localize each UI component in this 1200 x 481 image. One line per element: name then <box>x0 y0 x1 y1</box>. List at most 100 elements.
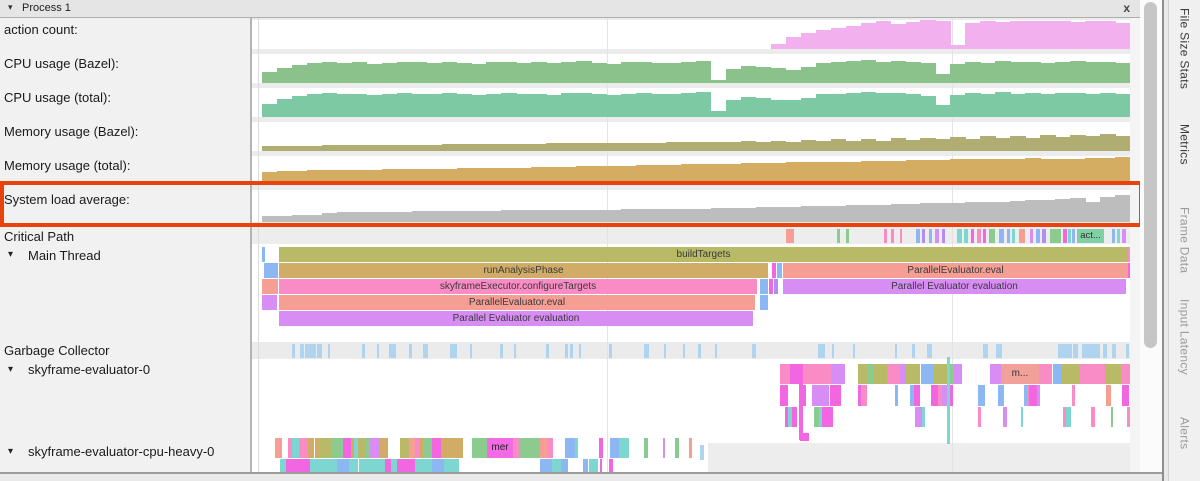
critical-path-tick <box>900 229 902 243</box>
trace-slice[interactable] <box>760 295 768 310</box>
histogram-bar <box>1025 21 1040 49</box>
critical-path-tick <box>1019 229 1025 243</box>
histogram-bar <box>277 68 292 83</box>
main-thread-collapse-icon[interactable]: ▾ <box>8 249 13 260</box>
histogram-bar <box>1040 21 1055 49</box>
histogram-bar <box>801 140 816 151</box>
histogram-bar <box>606 143 621 151</box>
histogram-bar <box>741 66 756 83</box>
evaluator0-slice <box>812 385 821 406</box>
evaluator0-slice <box>1121 364 1131 384</box>
cpu-heavy-slice <box>689 438 692 458</box>
trace-slice[interactable] <box>772 263 776 278</box>
cpu-heavy-slice <box>308 438 315 458</box>
cpu-heavy-slice <box>644 438 648 458</box>
counter-label-3: Memory usage (Bazel): <box>4 124 138 139</box>
evaluator0-slice <box>933 364 942 384</box>
critical-path-tick <box>1112 229 1115 243</box>
gc-tick <box>698 344 701 358</box>
histogram-bar <box>995 61 1010 83</box>
evaluator0-slice <box>887 364 900 384</box>
cpu-heavy-slice <box>432 459 444 473</box>
evaluator0-slice <box>978 407 981 427</box>
gc-tick <box>514 344 516 358</box>
evaluator0-stem <box>799 364 803 440</box>
trace-slice[interactable] <box>264 263 278 278</box>
trace-slice[interactable]: ParallelEvaluator.eval <box>279 295 755 310</box>
histogram-bar <box>920 20 935 49</box>
sidebar-tab-alerts[interactable]: Alerts <box>1169 385 1200 481</box>
trace-slice[interactable] <box>760 279 768 294</box>
histogram-bar <box>1115 136 1130 151</box>
trace-slice[interactable]: buildTargets <box>279 247 1128 262</box>
thread-label-evaluator0: skyframe-evaluator-0 <box>28 362 150 377</box>
gc-tick <box>320 344 323 358</box>
trace-slice[interactable] <box>262 247 265 262</box>
trace-slice[interactable]: Parallel Evaluator evaluation <box>279 311 753 326</box>
counter-label-1: CPU usage (Bazel): <box>4 56 119 71</box>
histogram-bar <box>1085 136 1100 151</box>
collapse-triangle-icon[interactable]: ▾ <box>8 2 13 13</box>
gc-tick <box>292 344 295 358</box>
horizontal-scrollbar[interactable] <box>0 474 1162 481</box>
histogram-bar <box>965 93 980 117</box>
cpu-heavy-slice <box>575 438 578 458</box>
sidebar-tab-file-size-stats[interactable]: File Size Stats <box>1169 0 1200 96</box>
cpu-heavy-slice <box>292 438 299 458</box>
histogram-bar <box>352 94 367 117</box>
cpu-heavy-slice <box>472 438 486 458</box>
histogram-bar <box>531 94 546 117</box>
histogram-bar <box>980 94 995 117</box>
evaluator0-slice <box>858 364 867 384</box>
trace-slice[interactable] <box>777 263 782 278</box>
critical-path-tick <box>1012 229 1015 243</box>
vertical-scrollbar-thumb[interactable] <box>1144 2 1157 348</box>
evaluator0-slice <box>874 364 887 384</box>
histogram-bar <box>621 94 636 117</box>
trace-slice[interactable]: Parallel Evaluator evaluation <box>783 279 1126 294</box>
critical-path-tick <box>1036 229 1040 243</box>
cpu-heavy-slice <box>286 459 296 473</box>
histogram-bar <box>307 63 322 83</box>
histogram-bar <box>1040 63 1055 83</box>
cpu-heavy-collapse-icon[interactable]: ▾ <box>8 446 13 457</box>
trace-viewer-app: ▾ Process 1 x act... buildTargetsrunAnaly… <box>0 0 1200 481</box>
process-header[interactable]: ▾ Process 1 x <box>0 0 1140 18</box>
histogram-bar <box>965 139 980 151</box>
histogram-bar <box>292 96 307 117</box>
histogram-bar <box>666 63 681 83</box>
trace-slice[interactable]: ParallelEvaluator.eval <box>783 263 1128 278</box>
trace-slice[interactable] <box>262 295 277 310</box>
evaluator0-tag[interactable]: m... <box>1001 364 1039 384</box>
critical-path-tag[interactable]: act... <box>1077 229 1104 243</box>
cpu-heavy-tag[interactable]: mer <box>487 438 513 458</box>
evaluator0-collapse-icon[interactable]: ▾ <box>8 364 13 375</box>
histogram-bar <box>920 63 935 83</box>
sidebar-tab-metrics[interactable]: Metrics <box>1169 96 1200 192</box>
label-column-divider[interactable] <box>250 17 252 473</box>
gc-tick <box>664 344 666 358</box>
evaluator0-slice <box>1066 407 1071 427</box>
evaluator0-slice <box>864 385 867 406</box>
evaluator0-slice <box>1091 407 1095 427</box>
histogram-bar <box>995 138 1010 151</box>
trace-slice[interactable] <box>262 279 278 294</box>
histogram-bar <box>292 146 307 151</box>
evaluator0-slice <box>801 364 815 384</box>
gc-tick <box>822 344 824 358</box>
close-icon[interactable]: x <box>1123 1 1130 15</box>
trace-slice[interactable]: runAnalysisPhase <box>279 263 768 278</box>
critical-path-tick <box>942 229 945 243</box>
trace-slice[interactable] <box>774 279 778 294</box>
histogram-bar <box>292 65 307 83</box>
histogram-bar <box>546 143 561 151</box>
trace-slice[interactable] <box>769 279 773 294</box>
histogram-bar <box>995 92 1010 117</box>
gc-tick <box>377 344 379 358</box>
cpu-heavy-slice <box>599 438 604 458</box>
trace-slice[interactable]: skyframeExecutor.configureTargets <box>279 279 757 294</box>
gc-tick <box>1105 344 1107 358</box>
sidebar-tab-input-latency[interactable]: Input Latency <box>1169 289 1200 385</box>
sidebar-tab-frame-data[interactable]: Frame Data <box>1169 192 1200 288</box>
histogram-bar <box>846 61 861 83</box>
